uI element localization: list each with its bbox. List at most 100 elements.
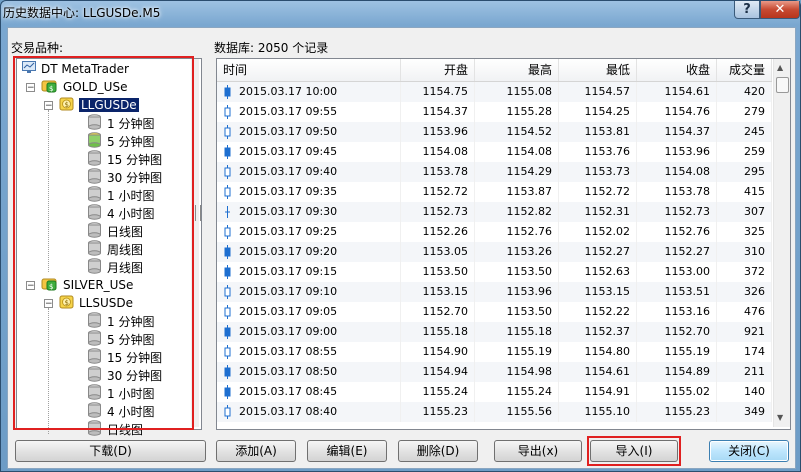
table-row[interactable]: 2015.03.17 09:15 1153.50 1153.50 1152.63 115… — [217, 262, 772, 282]
tree-item-period[interactable]: 4 小时图 — [87, 203, 154, 222]
expander-llsusde[interactable]: − — [44, 299, 53, 309]
table-row[interactable]: 2015.03.17 09:35 1152.72 1153.87 1152.72 115… — [217, 182, 772, 202]
scroll-thumb[interactable] — [776, 77, 789, 93]
database-icon — [87, 149, 102, 169]
tree-item-label: GOLD_USe — [63, 80, 128, 94]
column-header-open[interactable]: 开盘 — [401, 59, 475, 81]
column-header-low[interactable]: 最低 — [559, 59, 637, 81]
tree-item-period[interactable]: 5 分钟图 — [87, 131, 154, 150]
table-cell-vol: 921 — [717, 322, 772, 342]
download-button[interactable]: 下载(D) — [15, 440, 206, 462]
svg-text:$: $ — [49, 283, 53, 291]
title-bar[interactable]: 历史数据中心: LLGUSDe.M5 ? ✕ — [1, 1, 800, 23]
table-row[interactable]: 2015.03.17 08:40 1155.23 1155.56 1155.10 115… — [217, 402, 772, 422]
close-button[interactable]: 关闭(C) — [709, 440, 789, 462]
table-row[interactable]: 2015.03.17 08:45 1155.24 1155.24 1154.91 115… — [217, 382, 772, 402]
tree-item-label: 日线图 — [107, 422, 144, 437]
tree-scrollbar[interactable] — [191, 59, 199, 427]
table-cell-time: 2015.03.17 09:30 — [217, 202, 401, 222]
symbol-tree[interactable]: DT MetaTrader − $ GOLD_USe − $ LLGUSDe 1 分钟图 5 分… — [16, 58, 202, 437]
tree-item-period[interactable]: 月线图 — [87, 257, 144, 276]
help-button[interactable]: ? — [734, 1, 760, 19]
tree-item-period[interactable]: 15 分钟图 — [87, 347, 162, 366]
column-header-close[interactable]: 收盘 — [637, 59, 717, 81]
database-icon — [87, 311, 102, 331]
table-row[interactable]: 2015.03.17 08:55 1154.90 1155.19 1154.80 115… — [217, 342, 772, 362]
delete-button[interactable]: 删除(D) — [398, 440, 478, 462]
table-row[interactable]: 2015.03.17 09:20 1153.05 1153.26 1152.27 115… — [217, 242, 772, 262]
scroll-up-arrow[interactable]: ▲ — [777, 63, 783, 72]
table-row[interactable]: 2015.03.17 10:00 1154.75 1155.08 1154.57 115… — [217, 82, 772, 102]
table-cell-close: 1154.89 — [637, 362, 717, 382]
column-header-time[interactable]: 时间 — [217, 59, 401, 81]
expander-llgusde[interactable]: − — [44, 101, 53, 111]
tree-item-period[interactable]: 周线图 — [87, 239, 144, 258]
table-header: 时间 开盘 最高 最低 收盘 成交量 — [217, 59, 772, 82]
tree-item-label: 日线图 — [107, 224, 144, 239]
currency-icon: $ — [59, 295, 74, 312]
tree-item-label: 周线图 — [107, 242, 144, 257]
table-cell-time: 2015.03.17 09:25 — [217, 222, 401, 242]
candle-up-icon — [224, 405, 231, 419]
candle-up-icon — [224, 165, 231, 179]
database-icon — [87, 383, 102, 403]
table-row[interactable]: 2015.03.17 09:00 1155.18 1155.18 1152.37 115… — [217, 322, 772, 342]
tree-item-symbol-llgusde[interactable]: $ LLGUSDe — [59, 96, 140, 114]
column-header-volume[interactable]: 成交量 — [717, 59, 772, 81]
table-cell-open: 1154.94 — [401, 362, 475, 382]
tree-item-symbol-llsusde[interactable]: $ LLSUSDe — [59, 294, 133, 312]
table-row[interactable]: 2015.03.17 09:50 1153.96 1154.52 1153.81 115… — [217, 122, 772, 142]
tree-item-label: 1 分钟图 — [107, 314, 155, 329]
table-row[interactable]: 2015.03.17 09:25 1152.26 1152.76 1152.02 115… — [217, 222, 772, 242]
table-cell-close: 1154.08 — [637, 162, 717, 182]
add-button[interactable]: 添加(A) — [216, 440, 296, 462]
table-cell-time: 2015.03.17 08:55 — [217, 342, 401, 362]
tree-item-period[interactable]: 4 小时图 — [87, 401, 154, 420]
splitter-handle[interactable] — [195, 205, 201, 221]
window-close-button[interactable]: ✕ — [760, 1, 800, 19]
tree-item-period[interactable]: 15 分钟图 — [87, 149, 162, 169]
table-cell-high: 1152.82 — [475, 202, 559, 222]
table-row[interactable]: 2015.03.17 09:30 1152.73 1152.82 1152.31 115… — [217, 202, 772, 222]
tree-item-root[interactable]: DT MetaTrader — [22, 60, 129, 78]
table-cell-close: 1155.19 — [637, 342, 717, 362]
table-cell-time: 2015.03.17 08:45 — [217, 382, 401, 402]
table-row[interactable]: 2015.03.17 09:40 1153.78 1154.29 1153.73 115… — [217, 162, 772, 182]
tree-item-group-silver_use[interactable]: $ SILVER_USe — [41, 276, 133, 294]
table-row[interactable]: 2015.03.17 09:55 1154.37 1155.28 1154.25 115… — [217, 102, 772, 122]
tree-item-group-gold_use[interactable]: $ GOLD_USe — [41, 78, 127, 96]
table-cell-vol: 174 — [717, 342, 772, 362]
tree-item-period[interactable]: 5 分钟图 — [87, 329, 154, 348]
table-cell-close: 1153.51 — [637, 282, 717, 302]
table-cell-open: 1154.90 — [401, 342, 475, 362]
folder-dollar-icon: $ — [41, 79, 58, 96]
table-row[interactable]: 2015.03.17 08:50 1154.94 1154.98 1154.61 115… — [217, 362, 772, 382]
import-button[interactable]: 导入(I) — [590, 440, 678, 462]
column-header-high[interactable]: 最高 — [475, 59, 559, 81]
tree-item-period[interactable]: 1 分钟图 — [87, 113, 154, 132]
candle-up-icon — [224, 105, 231, 119]
tree-item-period[interactable]: 30 分钟图 — [87, 167, 162, 186]
table-cell-high: 1155.24 — [475, 382, 559, 402]
table-row[interactable]: 2015.03.17 09:05 1152.70 1153.50 1152.22 115… — [217, 302, 772, 322]
table-cell-low: 1152.72 — [559, 182, 637, 202]
tree-item-period[interactable]: 1 分钟图 — [87, 311, 155, 331]
table-scrollbar[interactable]: ▲ ▼ — [773, 59, 790, 427]
table-row[interactable]: 2015.03.17 09:45 1154.08 1154.08 1153.76 115… — [217, 142, 772, 162]
tree-item-label: SILVER_USe — [63, 278, 134, 292]
tree-item-period[interactable]: 日线图 — [87, 221, 144, 240]
table-cell-open: 1154.37 — [401, 102, 475, 122]
edit-button[interactable]: 编辑(E) — [307, 440, 387, 462]
table-row[interactable]: 2015.03.17 09:10 1153.15 1153.96 1153.15 115… — [217, 282, 772, 302]
table-cell-vol: 415 — [717, 182, 772, 202]
tree-item-period[interactable]: 1 小时图 — [87, 383, 154, 403]
scroll-down-arrow[interactable]: ▼ — [777, 413, 783, 422]
tree-item-period[interactable]: 30 分钟图 — [87, 365, 162, 384]
tree-item-label: 月线图 — [107, 260, 144, 275]
export-button[interactable]: 导出(x) — [494, 440, 582, 462]
expander-silver_use[interactable]: − — [26, 281, 35, 291]
tree-item-period[interactable]: 日线图 — [87, 419, 144, 438]
table-cell-open: 1152.73 — [401, 202, 475, 222]
tree-item-period[interactable]: 1 小时图 — [87, 185, 154, 204]
expander-gold_use[interactable]: − — [26, 83, 35, 93]
